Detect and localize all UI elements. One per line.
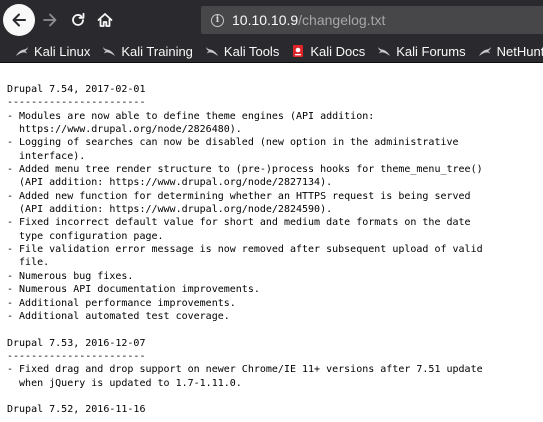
reload-button[interactable]	[64, 6, 92, 34]
bookmark-kali-docs[interactable]: Kali Docs	[291, 44, 365, 59]
browser-toolbar: i 10.10.10.9/changelog.txt	[0, 0, 543, 40]
kali-dragon-icon	[205, 47, 218, 56]
bookmark-label: NetHunter	[496, 43, 543, 59]
kali-dragon-icon	[16, 47, 28, 56]
back-arrow-icon	[12, 13, 26, 27]
bookmark-kali-training[interactable]: Kali Training	[102, 44, 193, 59]
info-icon[interactable]: i	[211, 13, 224, 27]
bookmark-label: Kali Forums	[396, 43, 466, 59]
back-button[interactable]	[3, 4, 35, 36]
url-text[interactable]: 10.10.10.9/changelog.txt	[232, 12, 385, 28]
kali-dragon-icon	[103, 47, 116, 56]
bookmark-kali-forums[interactable]: Kali Forums	[377, 43, 466, 59]
kali-docs-icon	[293, 45, 304, 57]
forward-arrow-icon	[43, 13, 57, 27]
changelog-text: Drupal 7.54, 2017-02-01 ----------------…	[7, 84, 483, 422]
url-path: /changelog.txt	[298, 12, 386, 28]
kali-dragon-icon	[478, 47, 491, 56]
bookmark-label: Kali Docs	[310, 43, 366, 59]
home-button[interactable]	[91, 6, 119, 34]
home-icon	[97, 13, 113, 27]
kali-dragon-icon	[378, 47, 391, 56]
bookmark-kali-linux[interactable]: Kali Linux	[15, 44, 90, 59]
bookmark-label: Kali Training	[121, 43, 193, 59]
reload-icon	[72, 12, 85, 26]
bookmark-kali-tools[interactable]: Kali Tools	[205, 44, 279, 59]
forward-button[interactable]	[36, 6, 64, 34]
bookmark-label: Kali Tools	[223, 43, 280, 59]
bookmark-nethunter[interactable]: NetHunter	[478, 44, 543, 59]
url-host: 10.10.10.9	[232, 12, 299, 28]
bookmark-label: Kali Linux	[34, 43, 91, 59]
url-bar[interactable]: i 10.10.10.9/changelog.txt	[201, 6, 543, 34]
bookmarks-toolbar: Kali Linux Kali Training Kali Tools Kali…	[0, 40, 543, 62]
page-content: Drupal 7.54, 2017-02-01 ----------------…	[0, 63, 543, 422]
